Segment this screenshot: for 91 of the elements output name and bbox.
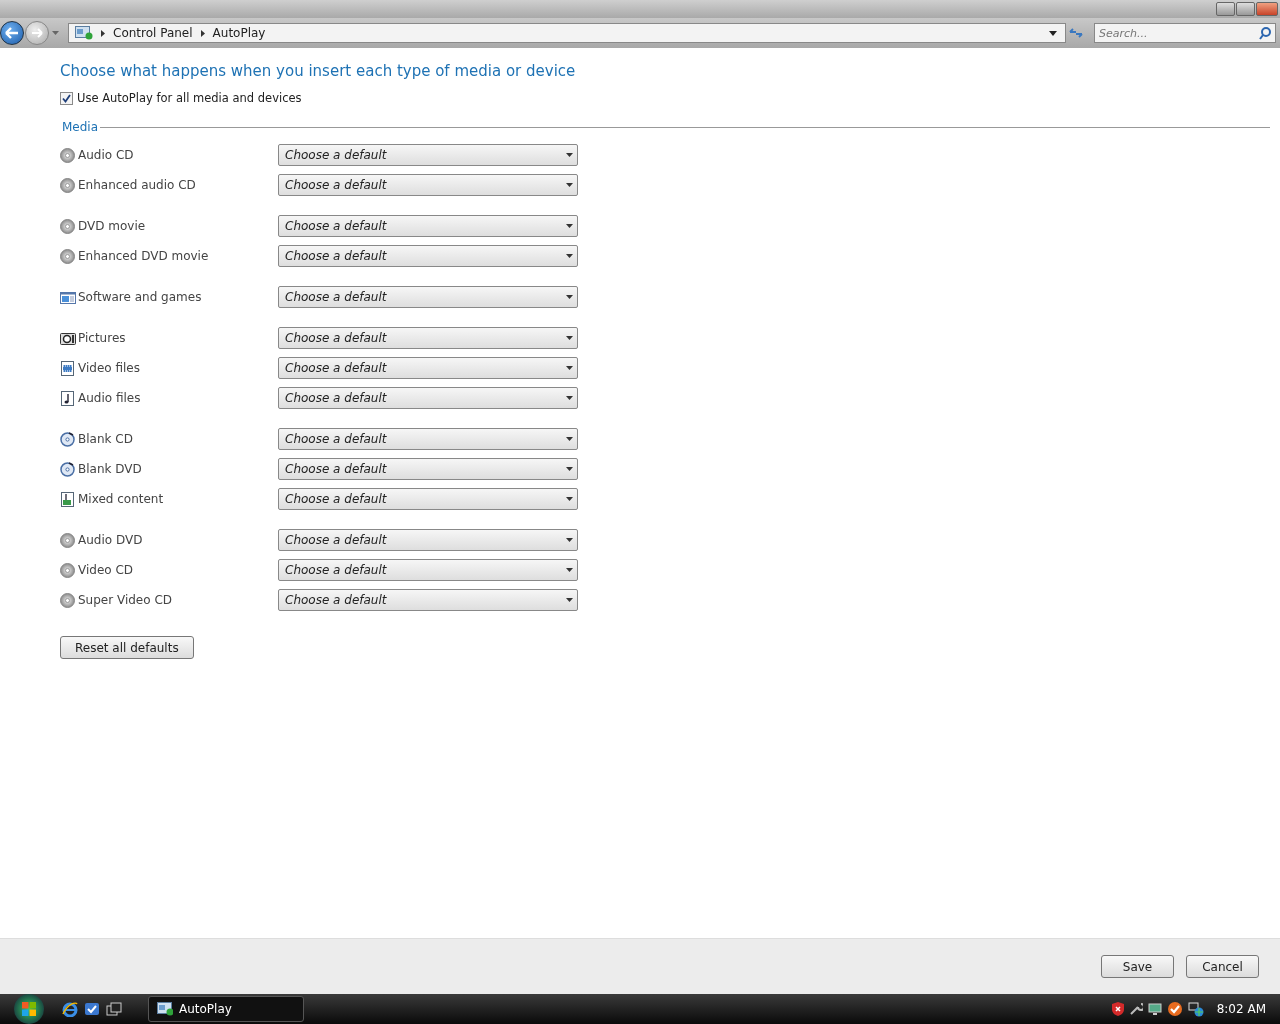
minimize-button[interactable]	[1216, 2, 1235, 16]
media-label: Pictures	[78, 331, 126, 345]
disc-icon	[60, 532, 76, 548]
dropdown-caret-icon	[566, 568, 573, 572]
media-label: Blank CD	[78, 432, 133, 446]
check-circle-icon[interactable]	[1166, 1001, 1183, 1017]
back-button[interactable]	[0, 21, 24, 45]
music-document-icon	[60, 390, 76, 406]
disc-icon	[60, 218, 76, 234]
dropdown-caret-icon	[566, 183, 573, 187]
save-button[interactable]: Save	[1101, 955, 1174, 978]
page-heading: Choose what happens when you insert each type of media or device	[60, 62, 577, 80]
shield-icon[interactable]	[1111, 1002, 1124, 1016]
dropdown-caret-icon	[566, 153, 573, 157]
start-button[interactable]	[14, 994, 44, 1024]
autoplay-checkbox[interactable]	[60, 91, 73, 105]
media-label: Blank DVD	[78, 462, 142, 476]
checkmark-icon	[62, 93, 71, 103]
section-title: Media	[61, 120, 99, 134]
address-bar[interactable]: Control Panel AutoPlay	[68, 23, 1066, 43]
disc-icon	[60, 177, 76, 193]
action-dropdown[interactable]: Choose a default	[278, 458, 578, 480]
dropdown-caret-icon	[566, 254, 573, 258]
dropdown-caret-icon[interactable]	[1049, 30, 1057, 36]
media-label: Super Video CD	[78, 593, 173, 607]
chevron-icon	[200, 29, 205, 37]
close-button[interactable]	[1256, 2, 1278, 16]
blank-disc-icon	[60, 461, 76, 477]
right-arrow-icon	[31, 28, 43, 38]
disc-icon	[60, 147, 76, 163]
media-label: Video files	[78, 361, 140, 375]
search-icon[interactable]	[1259, 27, 1271, 40]
media-label: DVD movie	[78, 219, 146, 233]
breadcrumb-link[interactable]: AutoPlay	[212, 26, 266, 40]
media-label: Audio CD	[78, 148, 134, 162]
network-icon[interactable]	[1187, 1001, 1204, 1017]
media-label: Enhanced audio CD	[78, 178, 196, 192]
action-dropdown[interactable]: Choose a default	[278, 286, 578, 308]
action-dropdown[interactable]: Choose a default	[278, 327, 578, 349]
browser-icon[interactable]	[62, 1001, 78, 1017]
action-dropdown[interactable]: Choose a default	[278, 144, 578, 166]
media-label: Software and games	[78, 290, 202, 304]
dropdown-caret-icon	[566, 497, 573, 501]
disc-icon	[60, 592, 76, 608]
taskbar-button[interactable]: AutoPlay	[148, 996, 304, 1022]
reset-button[interactable]: Reset all defaults	[60, 636, 194, 659]
dropdown-caret-icon	[566, 295, 573, 299]
dropdown-caret-icon	[566, 598, 573, 602]
media-label: Audio files	[78, 391, 141, 405]
restore-button[interactable]	[1236, 2, 1255, 16]
blank-disc-icon	[60, 431, 76, 447]
mixed-document-icon	[60, 491, 76, 507]
dropdown-caret-icon	[566, 538, 573, 542]
control-panel-icon	[75, 26, 93, 40]
control-panel-icon	[157, 1002, 173, 1016]
action-dropdown[interactable]: Choose a default	[278, 488, 578, 510]
clock-text: 8:02 AM	[1216, 1002, 1266, 1016]
media-label: Video CD	[78, 563, 134, 577]
disc-icon	[60, 248, 76, 264]
media-label: Enhanced DVD movie	[78, 249, 209, 263]
action-dropdown[interactable]: Choose a default	[278, 215, 578, 237]
dropdown-caret-icon	[566, 336, 573, 340]
action-dropdown[interactable]: Choose a default	[278, 529, 578, 551]
action-dropdown[interactable]: Choose a default	[278, 387, 578, 409]
dropdown-caret-icon	[566, 366, 573, 370]
action-dropdown[interactable]: Choose a default	[278, 589, 578, 611]
action-dropdown[interactable]: Choose a default	[278, 428, 578, 450]
window-icon	[60, 289, 76, 305]
checkbox-label: Use AutoPlay for all media and devices	[77, 91, 302, 105]
media-label: Audio DVD	[78, 533, 143, 547]
breadcrumb-link[interactable]: Control Panel	[113, 26, 193, 40]
search-field[interactable]: Search...	[1094, 23, 1276, 43]
action-dropdown[interactable]: Choose a default	[278, 174, 578, 196]
film-document-icon	[60, 360, 76, 376]
monitor-icon[interactable]	[1147, 1002, 1162, 1016]
action-dropdown[interactable]: Choose a default	[278, 357, 578, 379]
windows-logo-icon	[21, 1001, 37, 1017]
media-label: Mixed content	[78, 492, 164, 506]
disc-icon	[60, 562, 76, 578]
caret-icon[interactable]	[52, 31, 59, 35]
action-dropdown[interactable]: Choose a default	[278, 559, 578, 581]
action-dropdown[interactable]: Choose a default	[278, 245, 578, 267]
left-arrow-icon	[5, 27, 19, 39]
dropdown-caret-icon	[566, 467, 573, 471]
chevron-icon	[101, 29, 105, 37]
dropdown-caret-icon	[566, 437, 573, 441]
dropdown-caret-icon	[566, 396, 573, 400]
dropdown-caret-icon	[566, 224, 573, 228]
cancel-button[interactable]: Cancel	[1186, 955, 1259, 978]
camera-icon	[60, 330, 76, 346]
windows-icon[interactable]	[106, 1001, 122, 1017]
